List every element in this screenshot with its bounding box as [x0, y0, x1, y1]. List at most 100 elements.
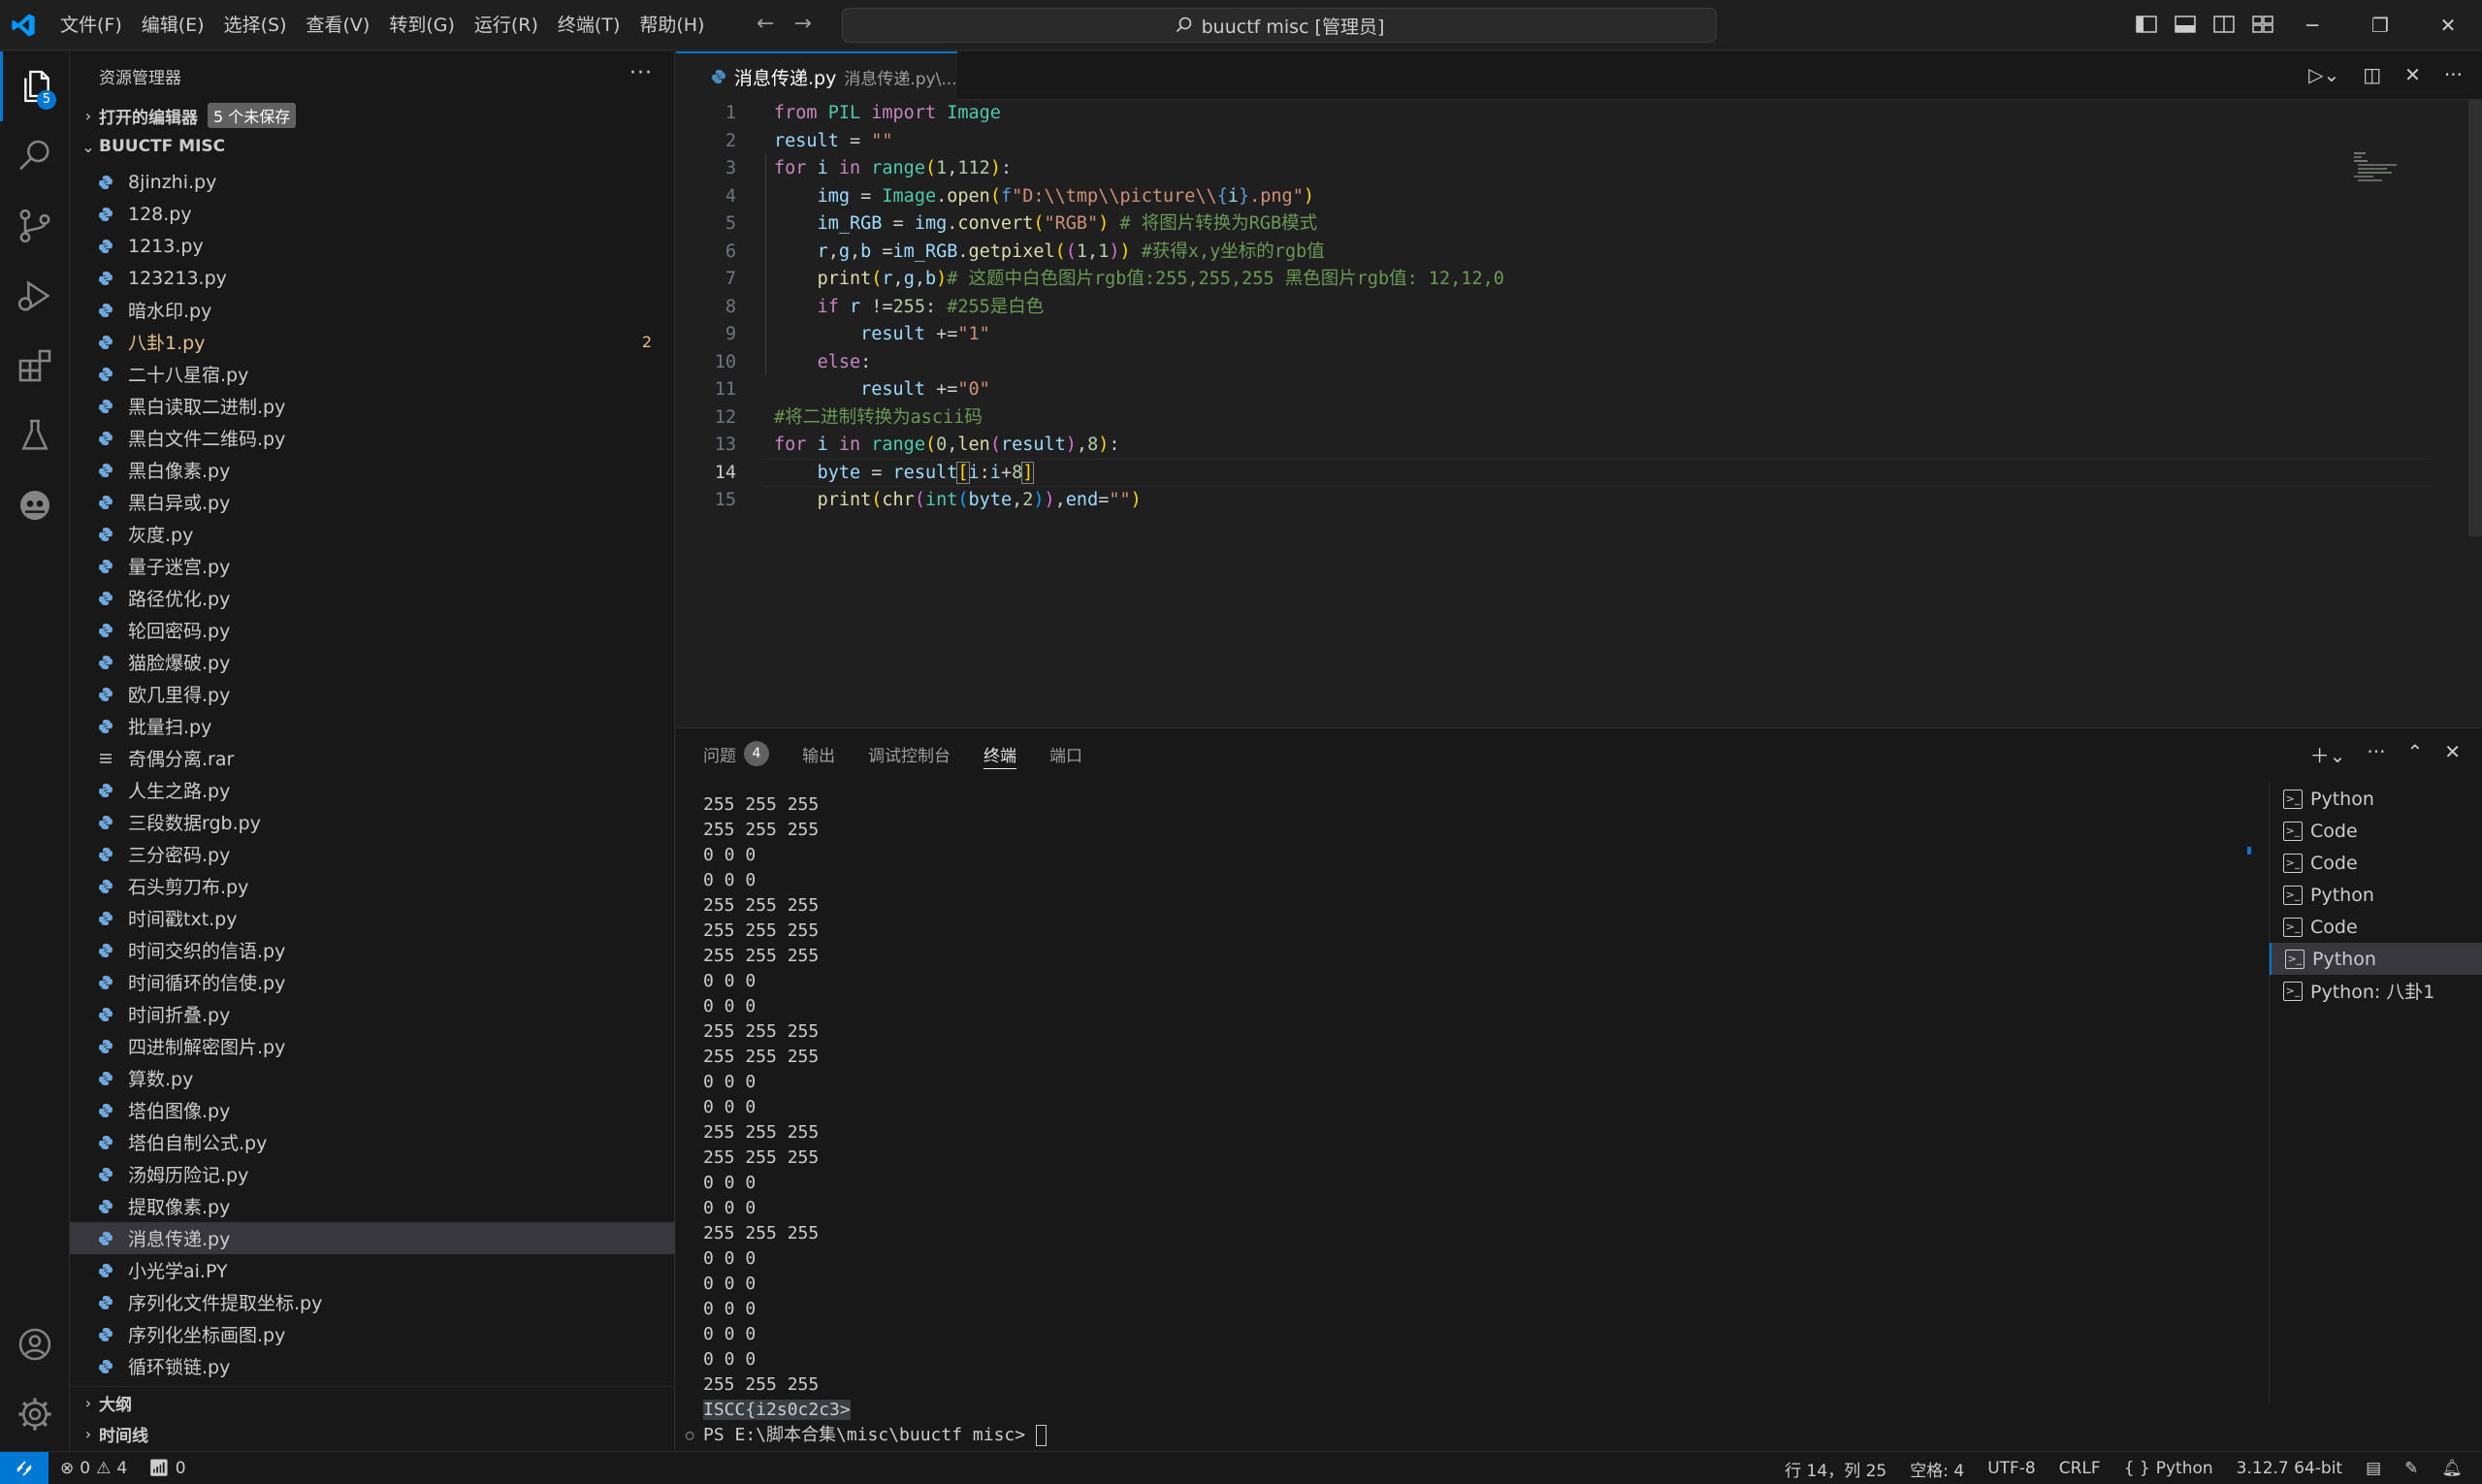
- file-item[interactable]: 8jinzhi.py: [70, 166, 675, 198]
- toggle-secondary-sidebar-icon[interactable]: [2211, 12, 2237, 37]
- cursor-position[interactable]: 行 14，列 25: [1785, 1457, 1886, 1481]
- ports-status[interactable]: 📶︎ 0: [148, 1459, 185, 1478]
- extensions-icon[interactable]: [0, 331, 70, 401]
- file-item[interactable]: 塔伯图像.py: [70, 1094, 675, 1126]
- file-item[interactable]: 轮回密码.py: [70, 614, 675, 646]
- forward-arrow-icon[interactable]: →: [793, 12, 811, 37]
- command-center-search[interactable]: buuctf misc [管理员]: [842, 8, 1717, 43]
- menu-view[interactable]: 查看(V): [297, 8, 380, 43]
- end-of-line[interactable]: CRLF: [2059, 1459, 2101, 1478]
- file-item[interactable]: 四进制解密图片.py: [70, 1030, 675, 1062]
- file-item[interactable]: 123213.py: [70, 262, 675, 294]
- encoding[interactable]: UTF-8: [1987, 1459, 2036, 1478]
- file-item[interactable]: 循环锁链.py: [70, 1350, 675, 1382]
- menu-file[interactable]: 文件(F): [50, 8, 132, 43]
- file-item[interactable]: 时间循环的信使.py: [70, 966, 675, 998]
- file-item[interactable]: 黑白异或.py: [70, 486, 675, 518]
- tab-terminal[interactable]: 终端: [983, 728, 1016, 779]
- file-item[interactable]: 序列化文件提取坐标.py: [70, 1286, 675, 1318]
- terminal-instance[interactable]: >_ Python: [2270, 783, 2482, 815]
- remote-explorer-icon[interactable]: [0, 470, 70, 540]
- menu-help[interactable]: 帮助(H): [629, 8, 714, 43]
- more-actions-icon[interactable]: ···: [2444, 63, 2463, 86]
- terminal-prompt-line[interactable]: PS E:\脚本合集\misc\buuctf misc> ○: [686, 1423, 2255, 1448]
- terminal-instance[interactable]: >_ Code: [2270, 847, 2482, 879]
- terminal-instance[interactable]: >_ Python: [2270, 879, 2482, 911]
- more-actions-icon[interactable]: ···: [629, 61, 653, 85]
- problems-status[interactable]: ⊗ 0 ⚠ 4: [60, 1459, 127, 1478]
- python-env-icon[interactable]: ▤: [2366, 1459, 2381, 1478]
- file-item[interactable]: 三段数据rgb.py: [70, 806, 675, 838]
- terminal-output[interactable]: 255 255 255 255 255 255 0 0 0 0 0 0 255 255 …: [686, 792, 2255, 1448]
- run-file-icon[interactable]: ▷⌄: [2308, 63, 2339, 86]
- toggle-primary-sidebar-icon[interactable]: [2134, 12, 2159, 37]
- new-terminal-icon[interactable]: ＋⌄: [2310, 740, 2346, 768]
- file-item[interactable]: 序列化坐标画图.py: [70, 1318, 675, 1350]
- split-editor-icon[interactable]: ◫: [2363, 63, 2381, 86]
- file-item[interactable]: 八卦1.py 2: [70, 326, 675, 358]
- file-item[interactable]: 二十八星宿.py: [70, 358, 675, 390]
- settings-gear-icon[interactable]: [0, 1379, 70, 1449]
- command-decoration-icon[interactable]: ○: [686, 1423, 693, 1448]
- menu-selection[interactable]: 选择(S): [214, 8, 297, 43]
- menu-run[interactable]: 运行(R): [465, 8, 548, 43]
- file-item[interactable]: 时间戳txt.py: [70, 902, 675, 934]
- tab-ports[interactable]: 端口: [1049, 728, 1082, 779]
- file-item[interactable]: 人生之路.py: [70, 774, 675, 806]
- minimize-icon[interactable]: ─: [2278, 0, 2346, 50]
- menu-go[interactable]: 转到(G): [379, 8, 465, 43]
- outline-section[interactable]: › 大纲: [70, 1387, 675, 1418]
- folder-section[interactable]: ⌄ BUUCTF MISC: [70, 131, 674, 162]
- close-window-icon[interactable]: ✕: [2414, 0, 2482, 50]
- terminal-instance[interactable]: >_ Code: [2270, 815, 2482, 847]
- file-item[interactable]: 欧几里得.py: [70, 678, 675, 710]
- python-interpreter[interactable]: 3.12.7 64-bit: [2237, 1459, 2342, 1478]
- file-item[interactable]: 汤姆历险记.py: [70, 1158, 675, 1190]
- explorer-icon[interactable]: 5: [0, 51, 70, 121]
- file-item[interactable]: 批量扫.py: [70, 710, 675, 742]
- file-item[interactable]: 128.py: [70, 198, 675, 230]
- search-view-icon[interactable]: [0, 121, 70, 191]
- tab-problems[interactable]: 问题 4: [703, 728, 769, 779]
- file-item[interactable]: 消息传递.py: [70, 1222, 675, 1254]
- close-editor-icon[interactable]: ✕: [2404, 63, 2421, 86]
- file-item[interactable]: 提取像素.py: [70, 1190, 675, 1222]
- tab-output[interactable]: 输出: [802, 728, 835, 779]
- accounts-icon[interactable]: [0, 1309, 70, 1379]
- file-item[interactable]: 算数.py: [70, 1062, 675, 1094]
- menu-terminal[interactable]: 终端(T): [548, 8, 629, 43]
- file-item[interactable]: 暗水印.py: [70, 294, 675, 326]
- maximize-panel-icon[interactable]: ⌃: [2406, 740, 2423, 768]
- language-mode[interactable]: { } Python: [2124, 1459, 2213, 1478]
- more-actions-icon[interactable]: ···: [2367, 740, 2385, 768]
- file-item[interactable]: 1213.py: [70, 230, 675, 262]
- editor-vertical-scrollbar[interactable]: [2468, 100, 2482, 536]
- file-item[interactable]: 黑白读取二进制.py: [70, 390, 675, 422]
- file-item[interactable]: 路径优化.py: [70, 582, 675, 614]
- copilot-icon[interactable]: ✎: [2404, 1459, 2418, 1478]
- file-item[interactable]: 小光学ai.PY: [70, 1254, 675, 1286]
- menu-edit[interactable]: 编辑(E): [132, 8, 214, 43]
- file-item[interactable]: 量子迷宫.py: [70, 550, 675, 582]
- minimap[interactable]: [2354, 148, 2441, 187]
- file-item[interactable]: 黑白文件二维码.py: [70, 422, 675, 454]
- source-control-icon[interactable]: [0, 191, 70, 261]
- close-panel-icon[interactable]: ✕: [2444, 740, 2461, 768]
- terminal-scrollbar[interactable]: [2245, 783, 2255, 1403]
- testing-flask-icon[interactable]: [0, 401, 70, 470]
- maximize-icon[interactable]: ❐: [2346, 0, 2414, 50]
- code-editor[interactable]: 1 from PIL import Image 2 result = "" 3 for…: [676, 100, 2482, 726]
- timeline-section[interactable]: › 时间线: [70, 1418, 675, 1449]
- toggle-panel-icon[interactable]: [2173, 12, 2198, 37]
- terminal-instance[interactable]: >_ Python: 八卦1: [2270, 975, 2482, 1007]
- terminal-instance[interactable]: >_ Code: [2270, 911, 2482, 943]
- back-arrow-icon[interactable]: ←: [757, 12, 774, 37]
- notifications-bell-icon[interactable]: 🔔︎: [2441, 1459, 2463, 1478]
- file-item[interactable]: 时间折叠.py: [70, 998, 675, 1030]
- file-item[interactable]: 时间交织的信语.py: [70, 934, 675, 966]
- file-item[interactable]: 黑白像素.py: [70, 454, 675, 486]
- open-editors-section[interactable]: › 打开的编辑器 5 个未保存: [70, 100, 674, 131]
- file-item[interactable]: 石头剪刀布.py: [70, 870, 675, 902]
- file-item[interactable]: 猫脸爆破.py: [70, 646, 675, 678]
- file-item[interactable]: 奇偶分离.rar: [70, 742, 675, 774]
